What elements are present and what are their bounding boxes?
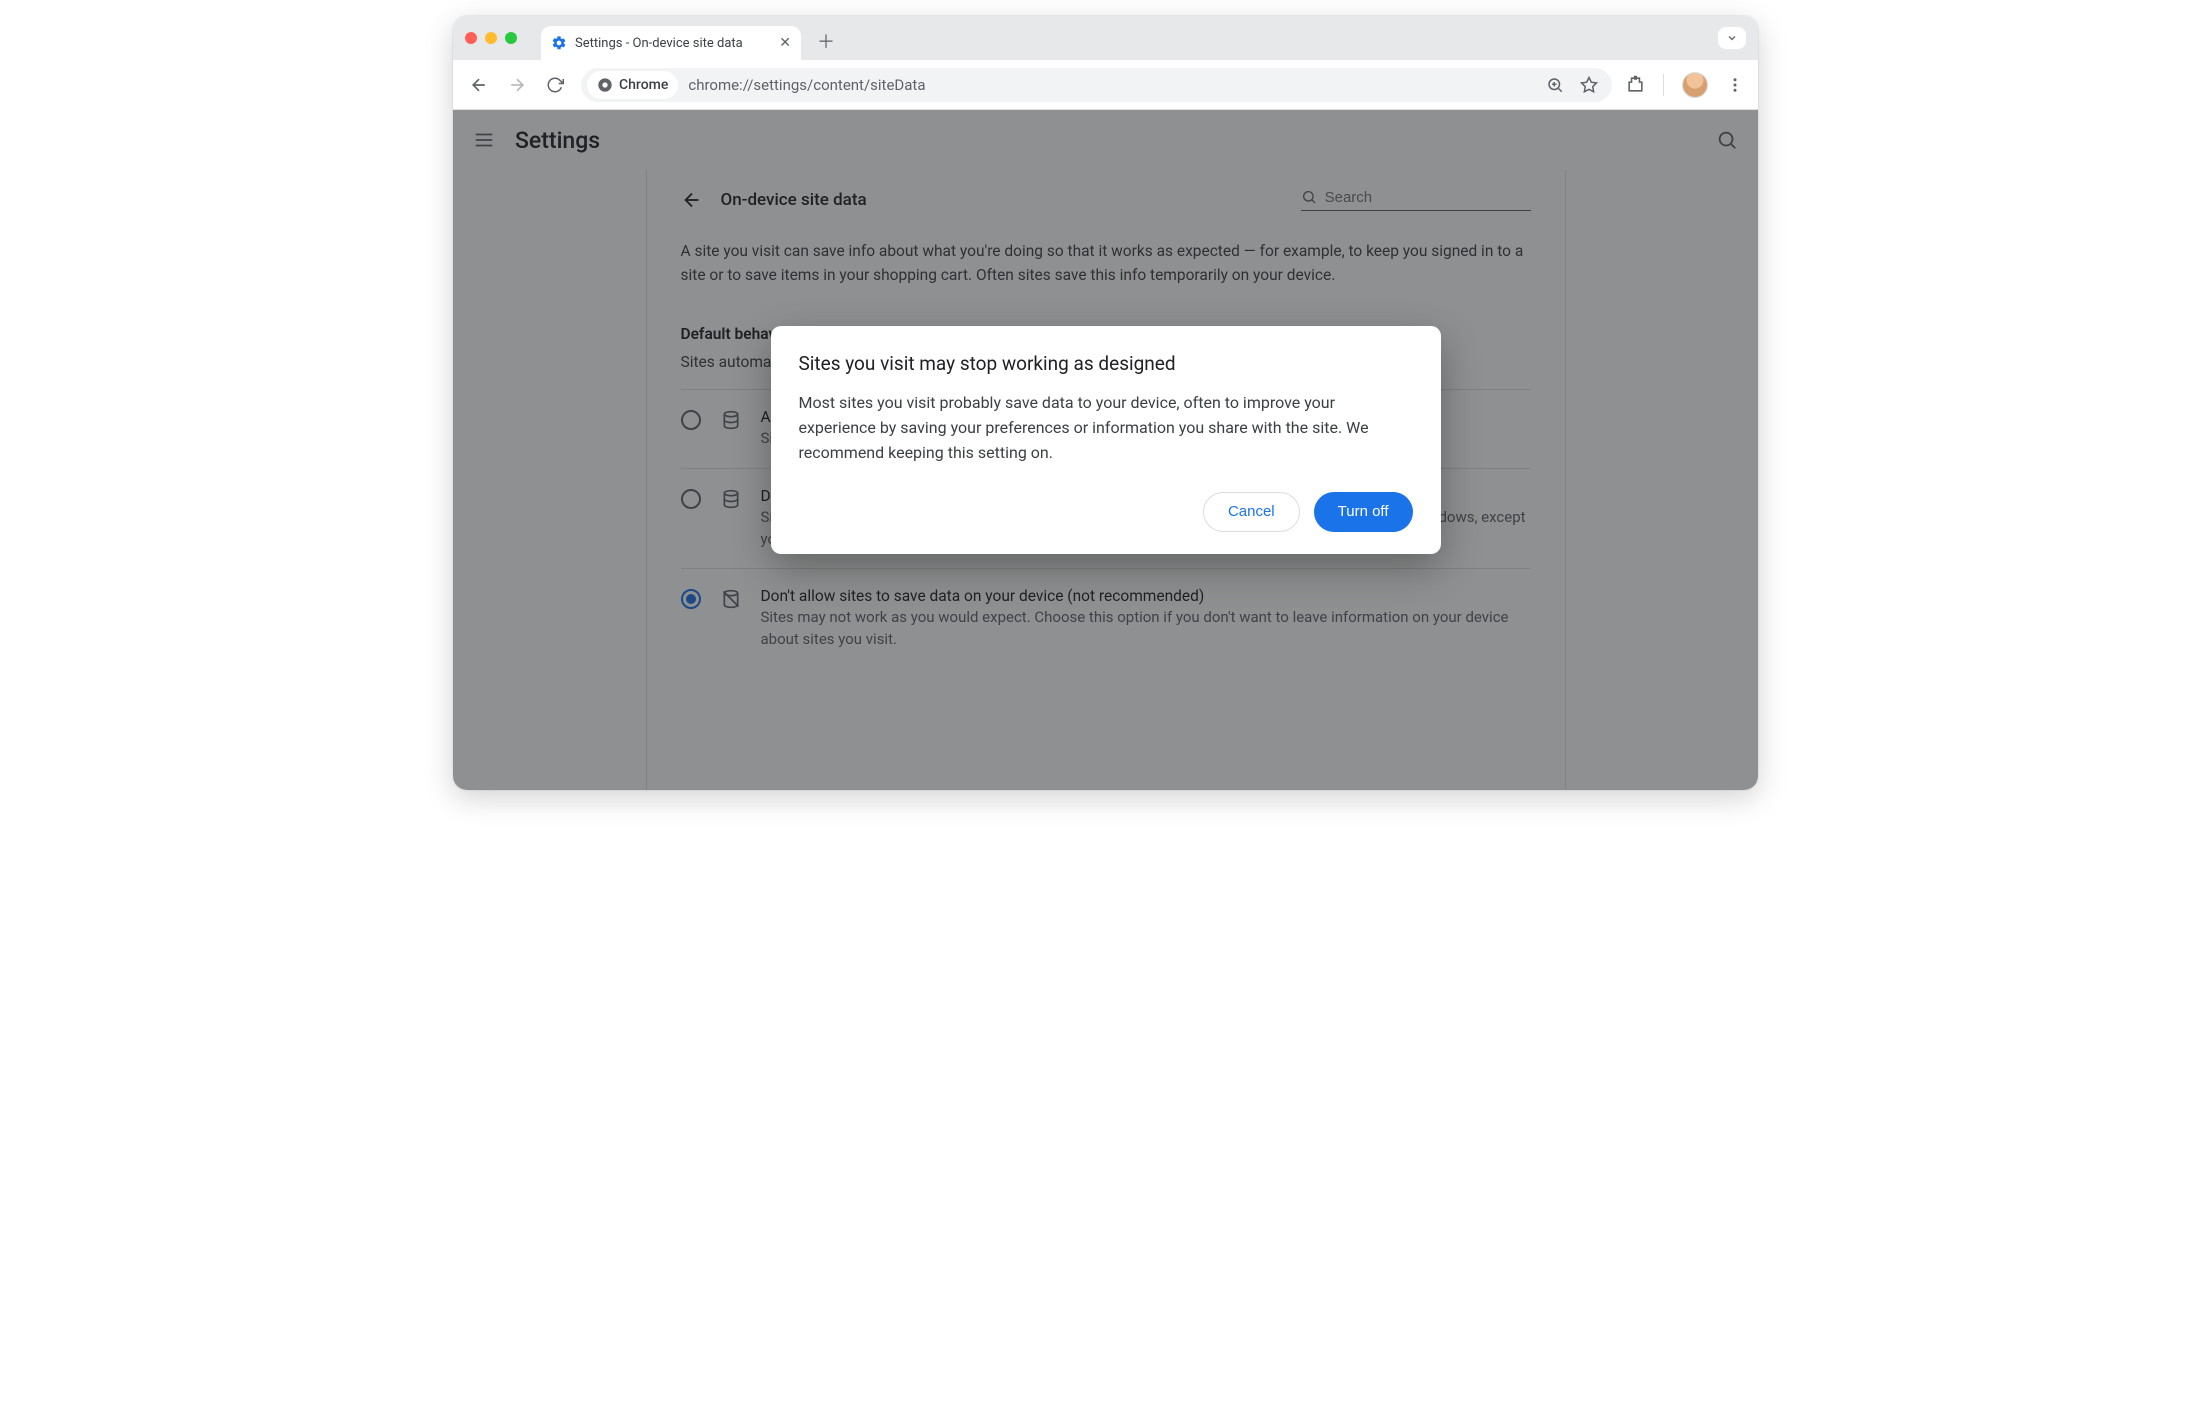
browser-tab[interactable]: Settings - On-device site data ✕ — [541, 26, 801, 60]
forward-button[interactable] — [505, 73, 529, 97]
tab-title: Settings - On-device site data — [575, 36, 743, 51]
address-bar[interactable]: Chrome chrome://settings/content/siteDat… — [581, 68, 1612, 102]
titlebar: Settings - On-device site data ✕ ＋ — [453, 16, 1758, 60]
tab-close-icon[interactable]: ✕ — [779, 35, 791, 51]
window-close-button[interactable] — [465, 32, 477, 44]
tabs-dropdown-button[interactable] — [1718, 27, 1746, 49]
kebab-menu-icon[interactable] — [1726, 76, 1744, 94]
site-chip-label: Chrome — [619, 77, 668, 93]
turn-off-button[interactable]: Turn off — [1314, 492, 1413, 532]
dialog-actions: Cancel Turn off — [799, 492, 1413, 532]
content-area: Settings On-device site data A sit — [453, 110, 1758, 790]
extensions-icon[interactable] — [1626, 75, 1645, 94]
site-info-chip[interactable]: Chrome — [587, 71, 678, 99]
toolbar: Chrome chrome://settings/content/siteDat… — [453, 60, 1758, 110]
traffic-lights — [465, 32, 517, 44]
chrome-icon — [597, 77, 613, 93]
window-maximize-button[interactable] — [505, 32, 517, 44]
dialog-body: Most sites you visit probably save data … — [799, 391, 1413, 465]
browser-window: Settings - On-device site data ✕ ＋ Chrom… — [453, 16, 1758, 790]
cancel-button[interactable]: Cancel — [1203, 492, 1300, 532]
url-text: chrome://settings/content/siteData — [688, 76, 1536, 94]
bookmark-star-icon[interactable] — [1580, 76, 1598, 94]
profile-avatar[interactable] — [1682, 72, 1708, 98]
dialog-title: Sites you visit may stop working as desi… — [799, 352, 1413, 375]
back-button[interactable] — [467, 73, 491, 97]
zoom-icon[interactable] — [1546, 76, 1564, 94]
new-tab-button[interactable]: ＋ — [809, 28, 843, 54]
gear-icon — [551, 35, 567, 51]
confirm-dialog: Sites you visit may stop working as desi… — [771, 326, 1441, 553]
reload-button[interactable] — [543, 73, 567, 97]
toolbar-right — [1626, 72, 1744, 98]
toolbar-divider — [1663, 74, 1664, 96]
address-bar-actions — [1546, 76, 1606, 94]
window-minimize-button[interactable] — [485, 32, 497, 44]
dialog-scrim[interactable]: Sites you visit may stop working as desi… — [453, 110, 1758, 790]
